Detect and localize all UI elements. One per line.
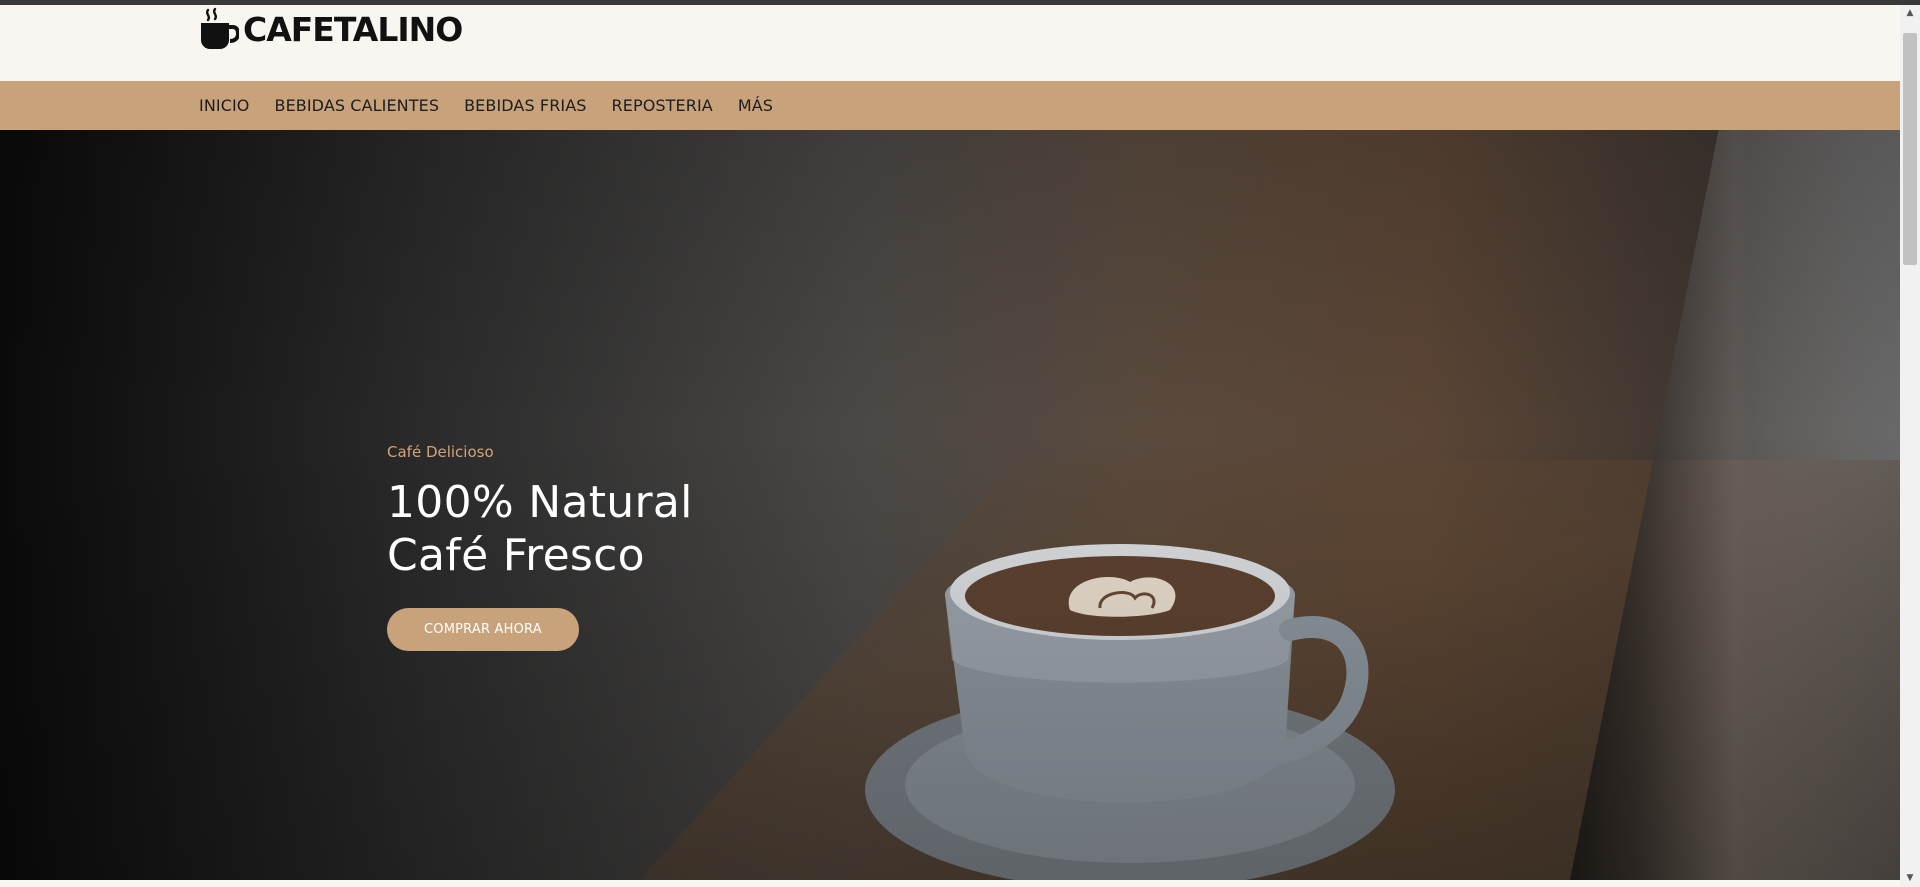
scrollbar-thumb[interactable] bbox=[1903, 33, 1917, 265]
hero-shade-overlay bbox=[0, 130, 1900, 880]
brand-name: CAFETALINO bbox=[243, 9, 463, 49]
site-header: CAFETALINO bbox=[0, 5, 1900, 81]
hero-subtitle: Café Delicioso bbox=[387, 443, 494, 461]
nav-item-reposteria[interactable]: REPOSTERIA bbox=[612, 96, 713, 115]
hero-title-line2: Café Fresco bbox=[387, 530, 645, 581]
nav-item-inicio[interactable]: INICIO bbox=[199, 96, 250, 115]
buy-now-button[interactable]: COMPRAR AHORA bbox=[387, 608, 579, 651]
nav-item-bebidas-frias[interactable]: BEBIDAS FRIAS bbox=[464, 96, 586, 115]
nav-list: INICIO BEBIDAS CALIENTES BEBIDAS FRIAS R… bbox=[199, 81, 798, 130]
coffee-cup-icon bbox=[201, 7, 239, 49]
hero-content: Café Delicioso 100% Natural Café Fresco … bbox=[387, 443, 693, 651]
page-scrollbar[interactable]: ▲ ▼ bbox=[1900, 5, 1920, 887]
hero-title: 100% Natural Café Fresco bbox=[387, 476, 693, 582]
nav-item-mas[interactable]: MÁS bbox=[738, 96, 773, 115]
hero-section: Café Delicioso 100% Natural Café Fresco … bbox=[0, 130, 1900, 880]
triangle-up-icon[interactable]: ▲ bbox=[1900, 5, 1920, 22]
brand-logo[interactable]: CAFETALINO bbox=[199, 7, 463, 51]
hero-title-line1: 100% Natural bbox=[387, 477, 693, 528]
main-nav: INICIO BEBIDAS CALIENTES BEBIDAS FRIAS R… bbox=[0, 81, 1900, 130]
nav-item-bebidas-calientes[interactable]: BEBIDAS CALIENTES bbox=[275, 96, 440, 115]
triangle-down-icon[interactable]: ▼ bbox=[1900, 870, 1920, 887]
